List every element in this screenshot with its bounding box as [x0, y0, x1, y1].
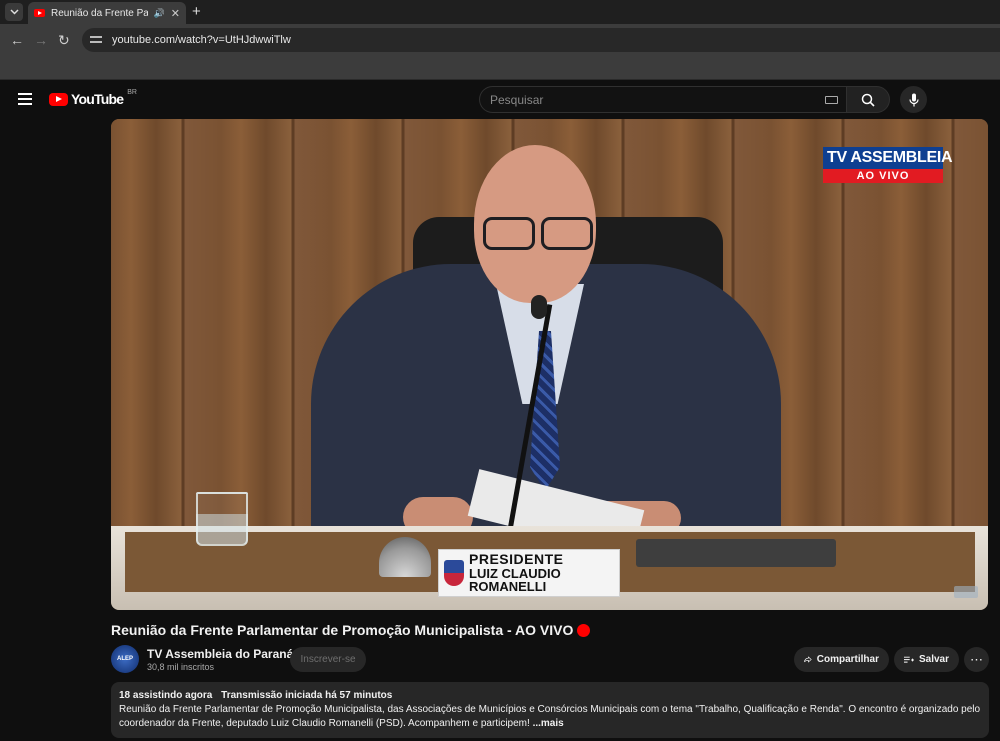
laptop [636, 539, 836, 567]
chevron-down-icon [9, 9, 19, 15]
tv-badge-title: TV ASSEMBLEIA [823, 147, 953, 169]
youtube-logo[interactable]: YouTube BR [49, 88, 137, 107]
address-bar[interactable]: youtube.com/watch?v=UtHJdwwiTlw [82, 28, 1000, 52]
description-text: Reunião da Frente Parlamentar de Promoçã… [119, 703, 981, 731]
more-actions-button[interactable]: ⋯ [964, 647, 989, 672]
show-more-link[interactable]: ...mais [533, 718, 564, 729]
forward-arrow-icon[interactable]: → [34, 32, 48, 48]
video-title: Reunião da Frente Parlamentar de Promoçã… [111, 622, 591, 638]
microphone-head [531, 295, 547, 319]
subscribe-button[interactable]: Inscrever-se [290, 647, 366, 672]
reload-icon[interactable]: ↻ [58, 32, 70, 49]
tv-assembleia-badge: TV ASSEMBLEIA AO VIVO [823, 147, 953, 183]
region-code: BR [127, 88, 137, 96]
nameplate-name: LUIZ CLAUDIO ROMANELLI [469, 565, 561, 595]
channel-avatar[interactable]: ALEP [111, 645, 139, 673]
channel-name[interactable]: TV Assembleia do Paraná [147, 647, 293, 661]
browser-tab-bar: Reunião da Frente Parlamen 🔊 ✕ + [0, 0, 1000, 24]
youtube-favicon-icon [34, 9, 45, 17]
tab-close-button[interactable]: ✕ [171, 7, 180, 20]
speaker-icon[interactable]: 🔊 [154, 8, 165, 19]
share-button[interactable]: Compartilhar [794, 647, 889, 672]
search-input[interactable] [490, 92, 810, 107]
bookmarks-bar [0, 56, 1000, 80]
description-stats: 18 assistindo agora Transmissão iniciada… [119, 689, 981, 703]
tab-search-button[interactable] [5, 3, 23, 21]
live-indicator-icon [577, 623, 591, 637]
parana-crest-icon [444, 560, 464, 586]
video-player[interactable]: PRESIDENTE LUIZ CLAUDIO ROMANELLI TV ASS… [111, 119, 988, 610]
speaker-glasses [479, 217, 599, 253]
search-box [479, 86, 846, 113]
water-glass [196, 492, 248, 546]
menu-hamburger-icon[interactable] [18, 93, 32, 105]
voice-search-button[interactable] [900, 86, 927, 113]
video-title-text: Reunião da Frente Parlamentar de Promoçã… [111, 622, 574, 638]
watermark-logo [954, 586, 978, 598]
microphone-icon [908, 93, 919, 106]
search-icon [861, 93, 875, 107]
search-button[interactable] [846, 86, 890, 113]
youtube-masthead: YouTube BR [0, 80, 1000, 118]
url-text: youtube.com/watch?v=UtHJdwwiTlw [112, 34, 291, 46]
keyboard-icon[interactable] [825, 96, 838, 104]
tv-badge-live: AO VIVO [823, 169, 943, 183]
share-icon [804, 656, 812, 663]
nameplate: PRESIDENTE LUIZ CLAUDIO ROMANELLI [438, 549, 620, 597]
youtube-play-logo-icon [49, 92, 68, 106]
site-info-icon[interactable] [90, 34, 104, 46]
playlist-add-icon [904, 656, 914, 663]
browser-toolbar: ← → ↻ youtube.com/watch?v=UtHJdwwiTlw [0, 24, 1000, 56]
share-label: Compartilhar [816, 654, 879, 665]
nameplate-title: PRESIDENTE [469, 551, 564, 568]
save-button[interactable]: Salvar [894, 647, 959, 672]
browser-tab-active[interactable]: Reunião da Frente Parlamen 🔊 ✕ [28, 2, 186, 24]
tab-title: Reunião da Frente Parlamen [51, 7, 148, 19]
description-box[interactable]: 18 assistindo agora Transmissão iniciada… [111, 682, 989, 738]
back-arrow-icon[interactable]: ← [10, 32, 24, 48]
stream-start: Transmissão iniciada há 57 minutos [221, 690, 393, 701]
subscriber-count: 30,8 mil inscritos [147, 662, 215, 672]
logo-text: YouTube [71, 91, 124, 107]
new-tab-button[interactable]: + [192, 3, 201, 20]
live-viewers: 18 assistindo agora [119, 690, 213, 701]
save-label: Salvar [918, 654, 949, 665]
